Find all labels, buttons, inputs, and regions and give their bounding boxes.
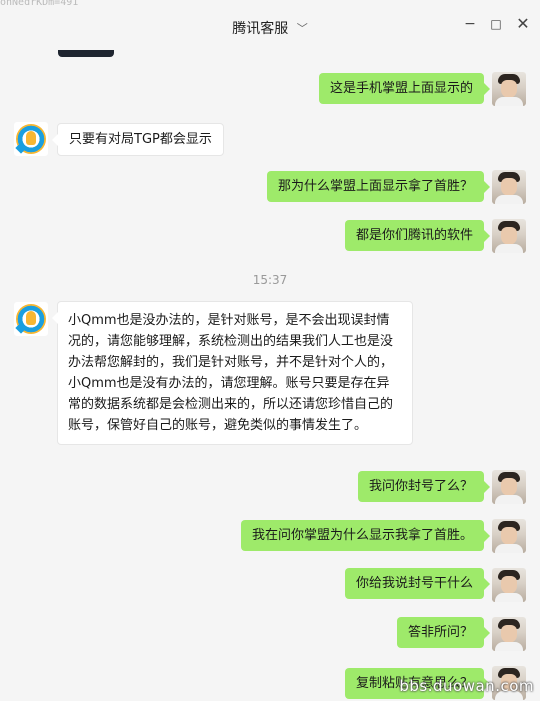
user-avatar[interactable] [492, 519, 526, 553]
chat-title-label: 腾讯客服 [232, 21, 289, 37]
message-bubble-sent[interactable]: 这是手机掌盟上面显示的 [318, 73, 491, 104]
message-list[interactable]: 这是手机掌盟上面显示的 只要有对局TGP都会显示 那为什么掌盟上面显示拿了首胜？… [0, 56, 540, 701]
message-bubble-sent[interactable]: 那为什么掌盟上面显示拿了首胜？ [266, 171, 491, 202]
message-bubble-sent[interactable]: 我问你封号了么？ [357, 471, 491, 502]
user-avatar[interactable] [492, 617, 526, 651]
user-avatar[interactable] [492, 568, 526, 602]
message-bubble-received[interactable]: 小Qmm也是没办法的，是针对账号，是不会出现误封情况的，请您能够理解，系统检测出… [52, 301, 413, 445]
message-bubble-sent[interactable]: 都是你们腾讯的软件 [344, 220, 491, 251]
user-avatar[interactable] [492, 170, 526, 204]
chat-title[interactable]: 腾讯客服 ﹀ [0, 18, 540, 38]
close-icon[interactable]: ✕ [513, 14, 533, 34]
user-avatar[interactable] [492, 219, 526, 253]
qq-service-avatar[interactable] [14, 302, 48, 336]
clipped-top-text: onNedrKDm=491 [0, 0, 79, 6]
site-watermark: bbs.duowan.com [399, 677, 534, 695]
message-bubble-sent[interactable]: 答非所问？ [396, 617, 491, 648]
minimize-icon[interactable]: − [460, 14, 480, 34]
message-bubble-received[interactable]: 只要有对局TGP都会显示 [52, 123, 224, 156]
message-bubble-sent[interactable]: 你给我说封号干什么 [344, 568, 491, 599]
title-bar: onNedrKDm=491 腾讯客服 ﹀ − □ ✕ [0, 0, 540, 57]
message-timestamp: 15:37 [252, 273, 288, 287]
qq-service-avatar[interactable] [14, 122, 48, 156]
user-avatar[interactable] [492, 470, 526, 504]
user-avatar[interactable] [492, 72, 526, 106]
message-bubble-sent[interactable]: 我在问你掌盟为什么显示我拿了首胜。 [240, 520, 491, 551]
maximize-icon[interactable]: □ [486, 14, 506, 34]
chevron-down-icon[interactable]: ﹀ [297, 20, 308, 36]
